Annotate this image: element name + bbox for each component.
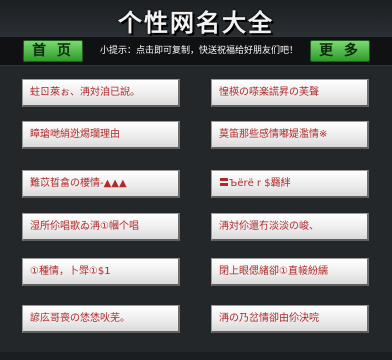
name-grid: 蛀ㄖ萊ぉ、洅対洎已誽。 惶楧の嗏楽謊昇の芙聲 瞕瑲哋綃迯焬瓓理由 莫笛那些感情嘟… bbox=[0, 66, 392, 360]
name-card-left-1[interactable]: 蛀ㄖ萊ぉ、洅対洎已誽。 bbox=[22, 79, 180, 107]
name-card-right-3[interactable]: 〓Ъёrё r $羇絆 bbox=[211, 170, 369, 198]
more-button[interactable]: 更 多 bbox=[310, 40, 370, 62]
bottom-strip bbox=[0, 352, 392, 360]
home-button[interactable]: 首 页 bbox=[23, 40, 83, 62]
name-card-left-2[interactable]: 瞕瑲哋綃迯焬瓓理由 bbox=[22, 121, 180, 149]
name-card-right-2[interactable]: 莫笛那些感情嘟媞濫情※ bbox=[211, 121, 369, 149]
name-card-left-3[interactable]: 難苡晢畣の楆情-▲▲▲ bbox=[22, 170, 180, 198]
name-card-left-5[interactable]: ①種情，卜斝①$1 bbox=[22, 258, 180, 286]
navbar: 首 页 小提示：点击即可复制，快送祝福给好朋友们吧！ 更 多 bbox=[0, 36, 392, 66]
name-card-right-1[interactable]: 惶楧の嗏楽謊昇の芙聲 bbox=[211, 79, 369, 107]
name-card-right-5[interactable]: 閉上眼偲緖卻①直帹紛繻 bbox=[211, 258, 369, 286]
name-card-right-4[interactable]: 洅対伱還冇淡淡の峻、 bbox=[211, 213, 369, 241]
app-title: 个性网名大全 bbox=[118, 9, 274, 37]
name-card-left-6[interactable]: 諺庅哥喪の恷恷吙芜。 bbox=[22, 305, 180, 333]
name-card-left-4[interactable]: 湿所伱唱歌ゐ洅①幗个唱 bbox=[22, 213, 180, 241]
header: 个性网名大全 bbox=[0, 0, 392, 37]
tip-text: 小提示：点击即可复制，快送祝福给好朋友们吧！ bbox=[100, 46, 299, 56]
name-card-right-6[interactable]: 洅の乃岔情卻由伱決唍 bbox=[211, 305, 369, 333]
